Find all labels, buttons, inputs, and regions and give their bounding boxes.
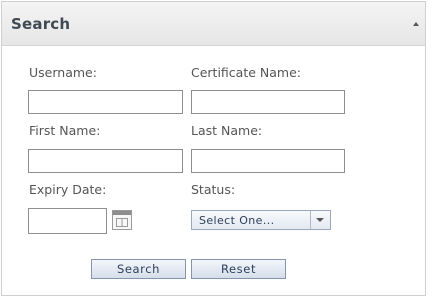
last-name-input[interactable] [191,149,345,173]
last-name-label: Last Name: [191,123,263,138]
search-button[interactable]: Search [91,259,186,279]
panel-header: Search [2,2,425,46]
panel-title: Search [11,15,71,33]
status-select[interactable]: Select One... [191,210,331,230]
status-select-value: Select One... [199,214,275,227]
expiry-date-label: Expiry Date: [29,182,107,197]
username-label: Username: [29,65,97,80]
reset-button[interactable]: Reset [191,259,286,279]
chevron-down-icon[interactable] [310,211,330,229]
username-input[interactable] [28,90,183,114]
first-name-label: First Name: [29,123,101,138]
calendar-icon[interactable] [112,210,132,230]
first-name-input[interactable] [28,149,183,173]
certificate-name-label: Certificate Name: [191,65,301,80]
collapse-up-icon[interactable] [403,2,425,45]
calendar-icon-header [113,211,131,215]
search-panel: Search Username: Certificate Name: First… [1,1,426,296]
expiry-date-input[interactable] [28,208,107,234]
status-label: Status: [191,182,236,197]
certificate-name-input[interactable] [191,90,345,114]
calendar-icon-grid [116,218,128,227]
